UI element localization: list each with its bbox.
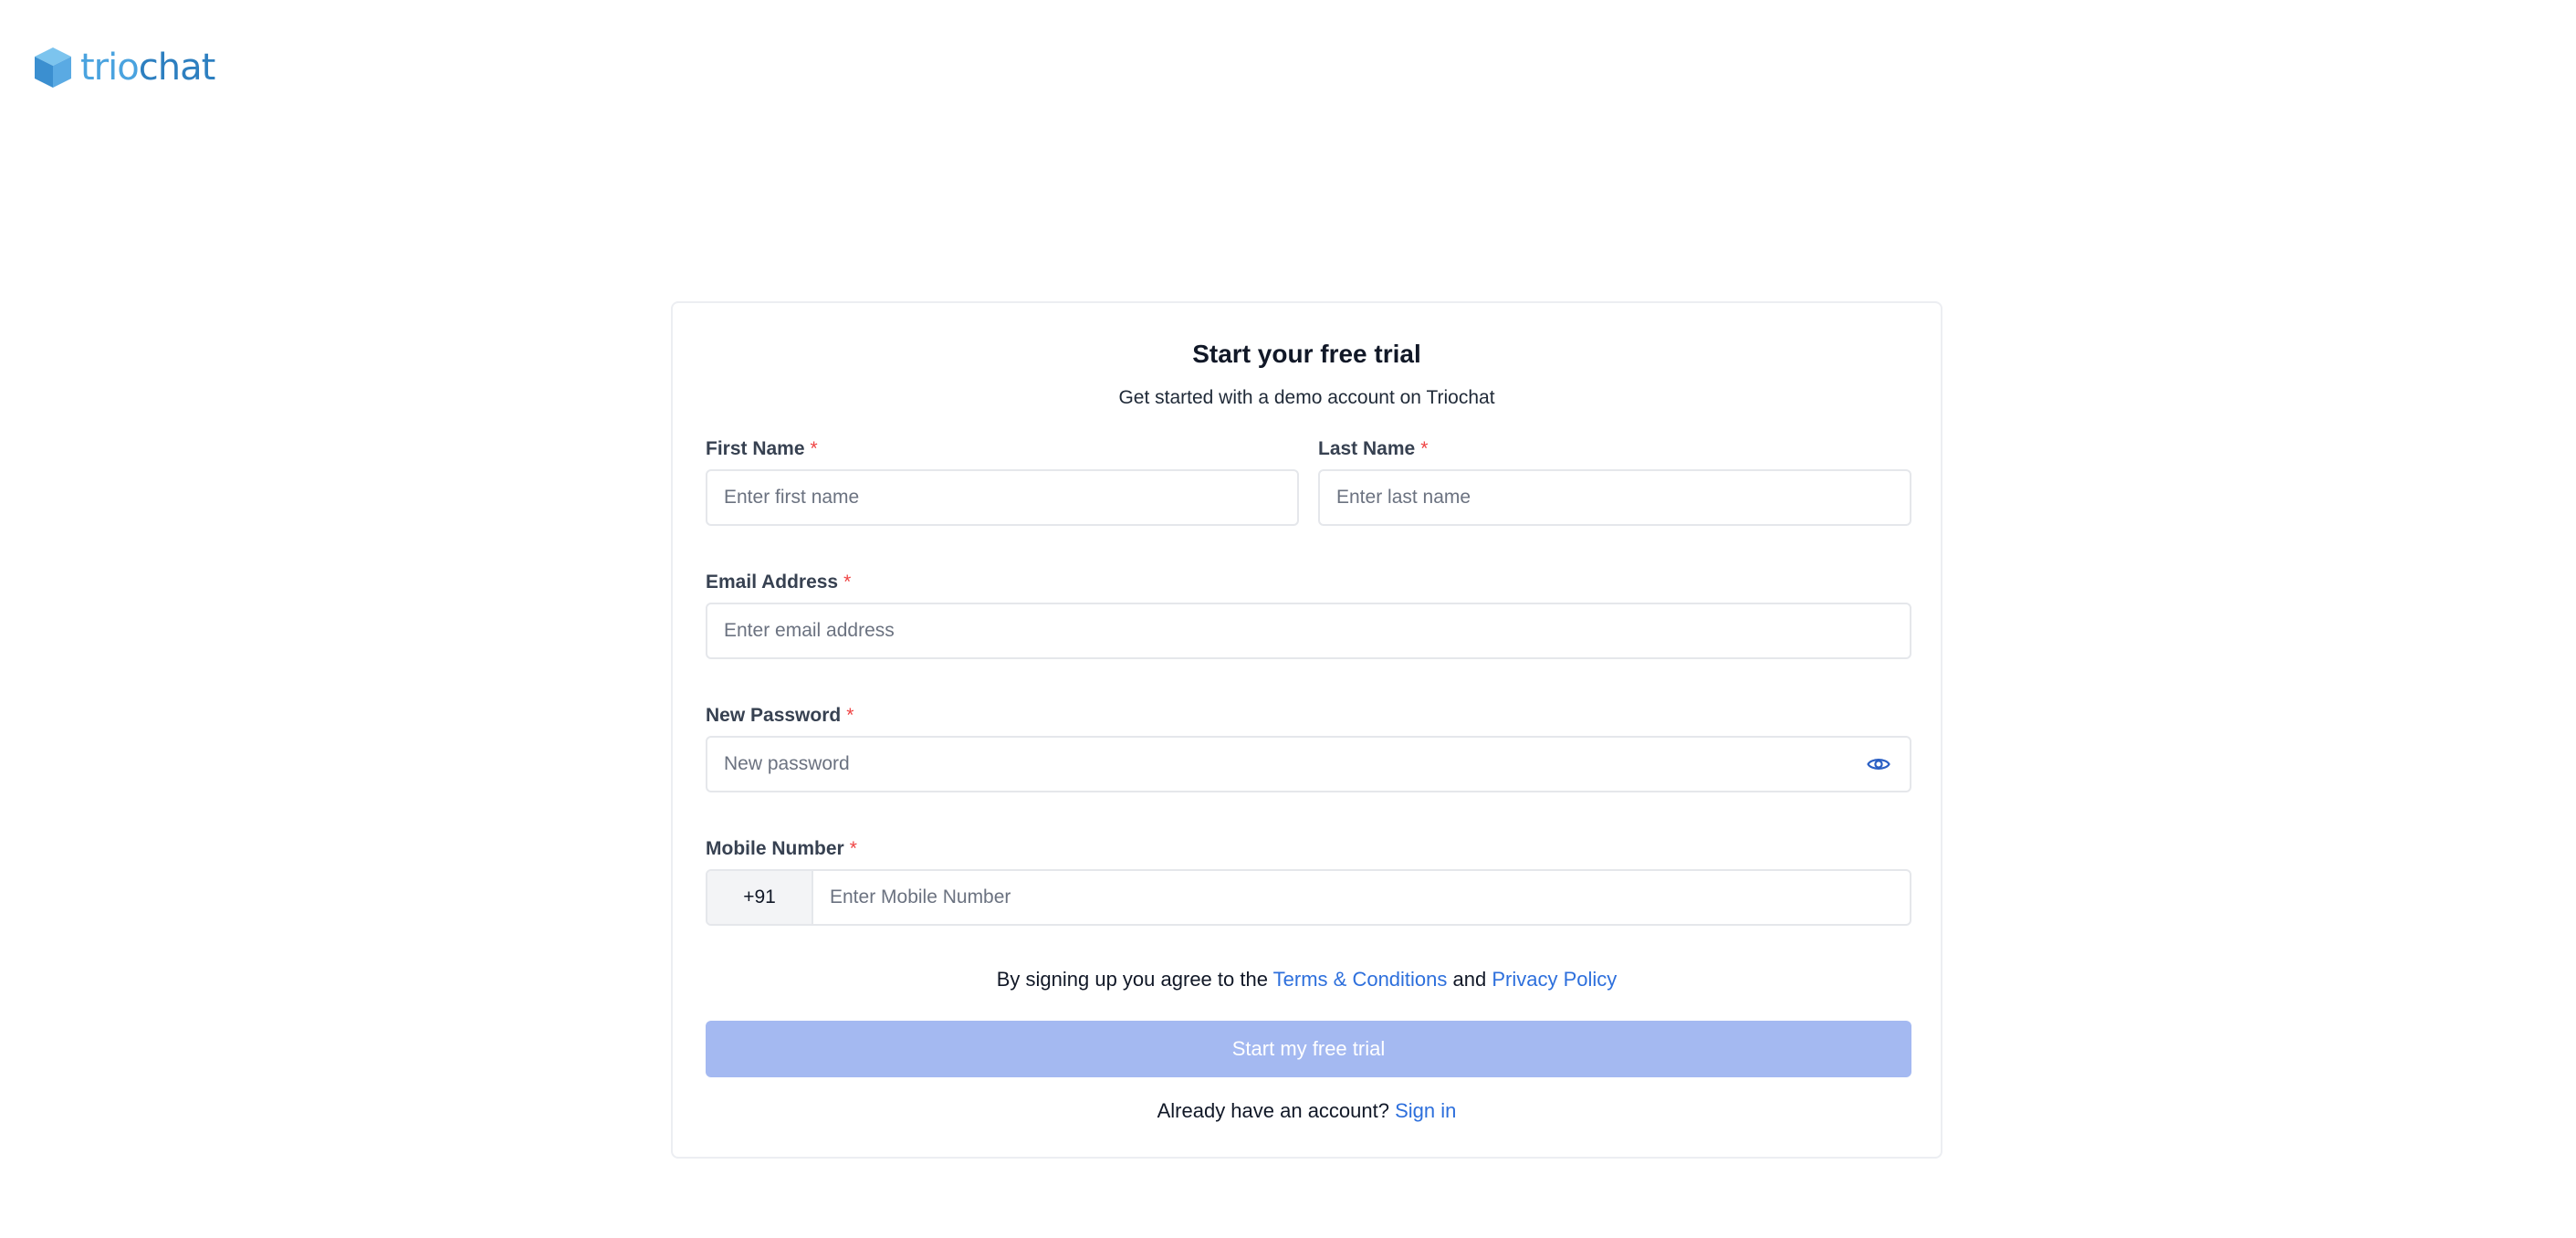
last-name-label: Last Name * [1318,438,1429,459]
terms-link[interactable]: Terms & Conditions [1273,968,1448,991]
mobile-input[interactable] [813,871,1910,924]
start-trial-button[interactable]: Start my free trial [706,1021,1911,1077]
password-input[interactable] [707,738,1910,791]
last-name-input[interactable] [1320,471,1910,524]
required-mark: * [846,705,854,726]
eye-icon[interactable] [1866,755,1891,773]
last-name-field[interactable] [1318,469,1911,526]
terms-notice: By signing up you agree to the Terms & C… [996,968,1618,991]
email-input[interactable] [707,604,1910,657]
email-label: Email Address * [706,572,852,593]
first-name-field[interactable] [706,469,1299,526]
required-mark: * [843,572,852,593]
required-mark: * [1420,438,1429,459]
signin-prompt: Already have an account? Sign in [1157,1099,1457,1122]
mobile-field[interactable]: +91 [706,869,1911,926]
signin-link[interactable]: Sign in [1395,1099,1456,1122]
email-field[interactable] [706,603,1911,659]
password-label: New Password * [706,705,854,726]
first-name-label: First Name * [706,438,818,459]
cube-logo-icon [35,47,71,88]
country-code[interactable]: +91 [707,871,813,924]
brand-logo[interactable]: triochat [33,46,215,89]
brand-wordmark: triochat [80,47,215,89]
first-name-input[interactable] [707,471,1297,524]
form-title: Start your free trial [1192,340,1421,368]
signup-card: Start your free trial Get started with a… [671,301,1942,1159]
password-field[interactable] [706,736,1911,792]
required-mark: * [849,838,857,859]
privacy-link[interactable]: Privacy Policy [1492,968,1617,991]
required-mark: * [810,438,818,459]
mobile-label: Mobile Number * [706,838,857,859]
form-subtitle: Get started with a demo account on Trioc… [1118,387,1495,408]
